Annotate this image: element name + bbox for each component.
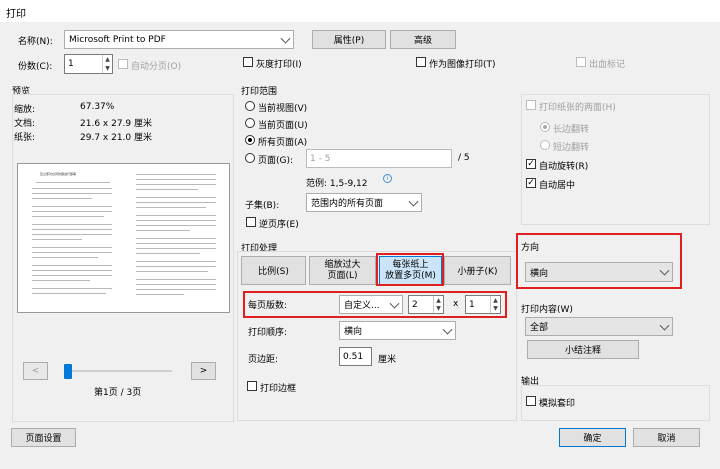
summarize-comments-button[interactable]: 小结注释 — [527, 340, 639, 359]
prev-page-button[interactable]: < — [23, 362, 48, 380]
paper-size: 29.7 x 21.0 厘米 — [80, 133, 152, 143]
copies-input[interactable]: 1 ▲ ▼ — [64, 54, 113, 74]
subset-label: 子集(B): — [245, 201, 280, 211]
shrink-button-line2: 页面(L) — [327, 270, 358, 281]
pages-range-input[interactable]: 1 - 5 — [306, 149, 452, 168]
copies-spinner[interactable]: ▲ ▼ — [102, 55, 112, 73]
chevron-down-icon — [442, 324, 453, 335]
range-pages-label: 页面(G): — [258, 156, 294, 166]
page-setup-button[interactable]: 页面设置 — [11, 428, 76, 447]
auto-center-label: 自动居中 — [539, 181, 576, 191]
print-as-image-checkbox[interactable] — [416, 57, 426, 67]
margin-input[interactable]: 0.51 — [339, 347, 372, 366]
subset-value: 范围内的所有页面 — [311, 199, 384, 209]
spin-down-icon: ▼ — [105, 65, 110, 72]
grayscale-checkbox[interactable] — [243, 57, 253, 67]
copies-label: 份数(C): — [18, 62, 53, 72]
next-page-button[interactable]: > — [191, 362, 216, 380]
simulate-overprint-checkbox[interactable] — [526, 396, 536, 406]
document-label: 文档: — [14, 119, 36, 129]
shrink-button-line1: 缩放过大 — [324, 259, 361, 270]
collate-label: 自动分页(O) — [131, 62, 182, 72]
content-heading: 打印内容(W) — [521, 305, 573, 315]
preview-page-title: 应立即对台风防御进行部署 — [40, 172, 77, 176]
preview-page-2 — [136, 172, 218, 306]
page-slider-track[interactable] — [64, 370, 172, 372]
range-pages-radio[interactable] — [245, 153, 255, 163]
ok-button[interactable]: 确定 — [559, 428, 626, 447]
spin-up-icon: ▲ — [105, 56, 110, 63]
both-sides-label: 打印纸张的两面(H) — [539, 103, 616, 113]
margin-value: 0.51 — [343, 351, 364, 362]
pages-range-placeholder: 1 - 5 — [310, 153, 331, 164]
info-icon[interactable]: i — [383, 174, 392, 183]
auto-rotate-checkbox[interactable]: ✓ — [526, 159, 536, 169]
chevron-down-icon — [280, 33, 291, 44]
booklet-button[interactable]: 小册子(K) — [444, 256, 511, 285]
printer-select[interactable]: Microsoft Print to PDF — [64, 30, 294, 49]
long-edge-label: 长边翻转 — [553, 125, 590, 135]
content-select[interactable]: 全部 — [525, 317, 673, 336]
margin-label: 页边距: — [248, 355, 279, 365]
scale-value: 67.37% — [80, 102, 115, 112]
print-order-value: 横向 — [344, 327, 363, 337]
collate-checkbox[interactable] — [118, 59, 128, 69]
long-edge-radio[interactable] — [540, 122, 550, 132]
range-current-view-radio[interactable] — [245, 101, 255, 111]
document-size: 21.6 x 27.9 厘米 — [80, 119, 152, 129]
range-current-page-label: 当前页面(U) — [258, 121, 308, 131]
auto-center-checkbox[interactable]: ✓ — [526, 178, 536, 188]
range-current-page-radio[interactable] — [245, 118, 255, 128]
shrink-oversized-button[interactable]: 缩放过大 页面(L) — [309, 256, 376, 285]
print-range-heading: 打印范围 — [241, 87, 278, 97]
chevron-down-icon — [408, 196, 419, 207]
chevron-down-icon — [659, 320, 670, 331]
both-sides-checkbox[interactable] — [526, 100, 536, 110]
preview-page-1: 应立即对台风防御进行部署 — [32, 172, 114, 306]
print-as-image-label: 作为图像打印(T) — [429, 60, 496, 70]
cancel-button[interactable]: 取消 — [633, 428, 700, 447]
page-slider-thumb[interactable] — [64, 364, 72, 379]
reverse-order-label: 逆页序(E) — [259, 220, 299, 230]
advanced-button[interactable]: 高级 — [390, 30, 456, 49]
grayscale-label: 灰度打印(I) — [256, 60, 302, 70]
scale-button[interactable]: 比例(S) — [241, 256, 306, 285]
content-value: 全部 — [530, 323, 549, 333]
printer-name-label: 名称(N): — [18, 37, 53, 47]
paper-label: 纸张: — [14, 133, 36, 143]
printer-select-value: Microsoft Print to PDF — [69, 34, 166, 45]
preview-sheet: 应立即对台风防御进行部署 — [17, 163, 230, 313]
highlight-multiple-pages — [376, 253, 444, 286]
pages-total: / 5 — [458, 153, 470, 163]
print-order-label: 打印顺序: — [248, 328, 288, 338]
print-order-select[interactable]: 横向 — [339, 321, 456, 340]
scale-label: 缩放: — [14, 105, 36, 115]
reverse-order-checkbox[interactable] — [246, 217, 256, 227]
highlight-pages-per-sheet — [243, 291, 507, 318]
range-example: 范例: 1,5-9,12 — [306, 179, 368, 189]
range-all-pages-radio[interactable] — [245, 135, 255, 145]
copies-value: 1 — [68, 59, 74, 69]
title-bar: 打印 — [0, 0, 720, 23]
bleed-marks-checkbox[interactable] — [576, 57, 586, 67]
auto-rotate-label: 自动旋转(R) — [539, 162, 589, 172]
short-edge-label: 短边翻转 — [553, 143, 590, 153]
short-edge-radio[interactable] — [540, 140, 550, 150]
print-border-label: 打印边框 — [260, 384, 297, 394]
range-all-pages-label: 所有页面(A) — [258, 138, 308, 148]
range-current-view-label: 当前视图(V) — [258, 104, 308, 114]
simulate-overprint-label: 模拟套印 — [539, 399, 576, 409]
page-indicator: 第1页 / 3页 — [94, 388, 142, 398]
highlight-orientation — [516, 233, 682, 289]
print-border-checkbox[interactable] — [247, 381, 257, 391]
bleed-marks-label: 出血标记 — [589, 60, 626, 70]
properties-button[interactable]: 属性(P) — [312, 30, 386, 49]
margin-unit: 厘米 — [378, 355, 397, 365]
subset-select[interactable]: 范围内的所有页面 — [306, 193, 422, 212]
window-title: 打印 — [6, 9, 26, 20]
